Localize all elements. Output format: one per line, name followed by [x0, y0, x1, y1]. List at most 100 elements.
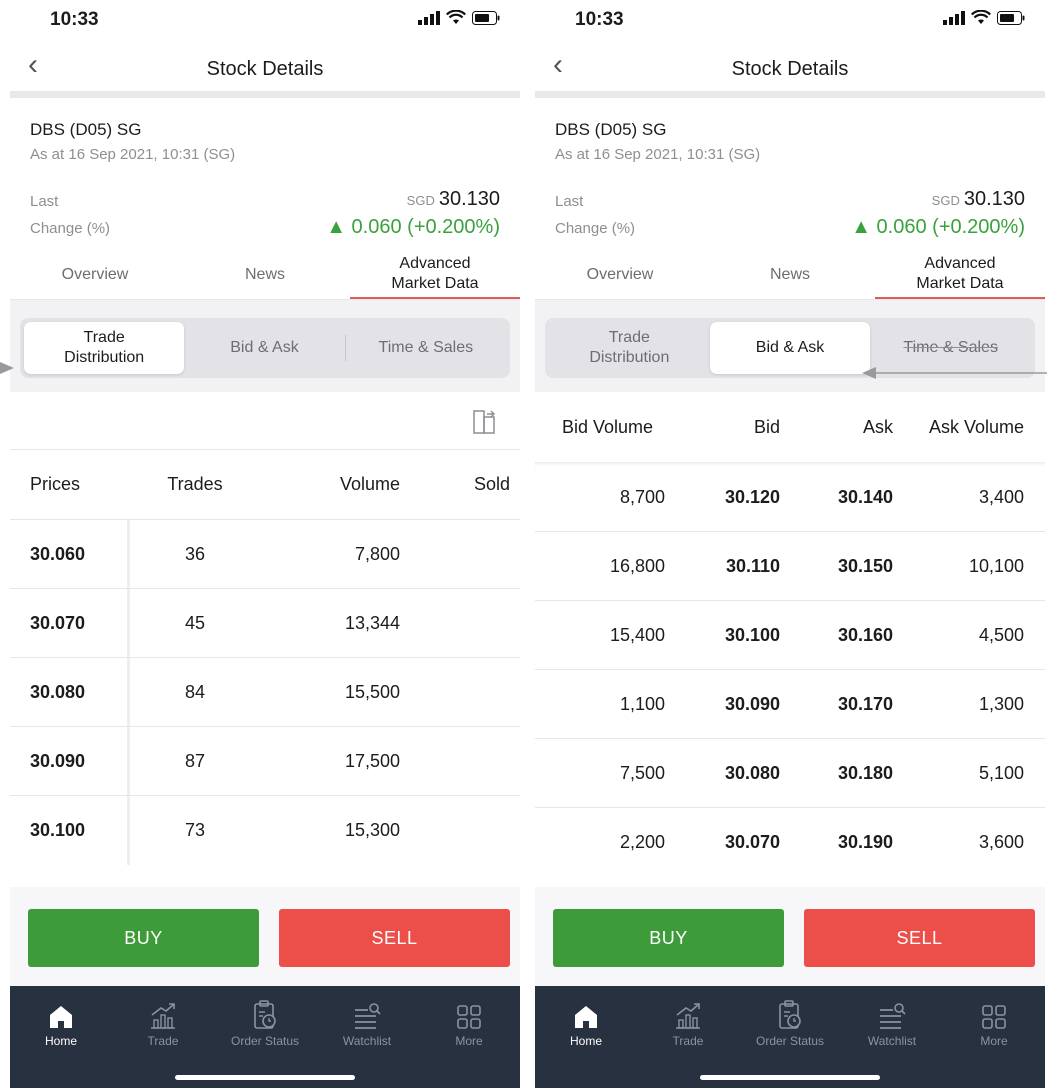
nav-order-status[interactable]: Order Status [214, 998, 316, 1048]
row-bid-volume: 8,700 [619, 486, 665, 507]
list-search-icon [355, 1003, 381, 1029]
stock-summary: DBS (D05) SG As at 16 Sep 2021, 10:31 (S… [10, 98, 520, 250]
row-price: 30.090 [10, 727, 130, 795]
battery-icon [472, 10, 500, 25]
row-bid-volume: 7,500 [619, 762, 665, 783]
segment-bid-ask[interactable]: Bid & Ask [709, 322, 871, 374]
row-ask-volume: 5,100 [978, 762, 1024, 783]
clipboard-clock-icon [254, 1000, 276, 1029]
change-value: ▲ 0.060 (+0.200%) [326, 216, 500, 238]
row-ask-volume: 3,400 [978, 486, 1024, 507]
row-bid: 30.080 [724, 762, 780, 783]
page-title: Stock Details [731, 58, 849, 80]
table-row: 2,200 30.070 30.190 3,600 [535, 808, 1045, 877]
trade-actions: BUY SELL [535, 887, 1045, 986]
row-bid-volume: 2,200 [619, 832, 665, 852]
row-volume: 13,344 [344, 612, 400, 633]
bid-ask-body: 8,700 30.120 30.140 3,400 16,800 30.110 … [535, 462, 1045, 877]
row-trades: 73 [184, 820, 206, 840]
row-price: 30.070 [10, 589, 130, 657]
segmented-control: Trade Distribution Bid & Ask Time & Sale… [20, 318, 510, 378]
status-time: 10:33 [575, 9, 624, 30]
trade-actions: BUY SELL [10, 887, 520, 986]
tab-advanced-market-data[interactable]: Advanced Market Data [350, 250, 520, 299]
nav-trade[interactable]: Trade [112, 998, 214, 1048]
row-ask: 30.170 [837, 693, 893, 714]
row-trades: 84 [184, 681, 206, 702]
nav-watchlist[interactable]: Watchlist [841, 998, 943, 1048]
row-price: 30.100 [10, 796, 130, 865]
row-volume: 15,300 [344, 820, 400, 840]
nav-home-label: Home [569, 1034, 602, 1048]
tab-advanced-label: Advanced Market Data [391, 254, 479, 292]
table-row: 30.060 36 7,800 [10, 520, 520, 589]
price-value: 30.130 [438, 188, 500, 210]
last-price: SGD 30.130 [407, 188, 500, 211]
row-bid-volume: 1,100 [619, 693, 665, 714]
tab-news[interactable]: News [705, 250, 875, 299]
bottom-tab-bar: Home Trade Order Status Watchlist More [10, 986, 520, 1088]
annotation-arrow-right [862, 367, 1047, 379]
home-indicator [700, 1075, 880, 1080]
sell-button[interactable]: SELL [804, 909, 1035, 967]
row-ask-volume: 10,100 [968, 555, 1024, 576]
nav-order-status-label: Order Status [755, 1034, 825, 1048]
segment-label: Trade Distribution [589, 329, 670, 366]
row-bid: 30.120 [724, 486, 780, 507]
sell-button[interactable]: SELL [279, 909, 510, 967]
tab-overview[interactable]: Overview [535, 250, 705, 299]
segment-bid-ask[interactable]: Bid & Ask [184, 322, 344, 374]
table-toolbar [10, 392, 520, 450]
row-trades: 45 [184, 612, 206, 633]
segment-time-sales[interactable]: Time & Sales [346, 322, 506, 374]
status-icons [943, 10, 1025, 25]
row-bid: 30.070 [724, 832, 780, 852]
tab-advanced-market-data[interactable]: Advanced Market Data [875, 250, 1045, 299]
buy-button[interactable]: BUY [553, 909, 784, 967]
row-ask: 30.140 [837, 486, 893, 507]
row-trades: 36 [184, 543, 206, 564]
row-bid-volume: 15,400 [609, 624, 665, 645]
nav-trade-label: Trade [147, 1034, 179, 1048]
nav-more[interactable]: More [943, 998, 1045, 1048]
swap-columns-icon[interactable] [470, 408, 500, 436]
segment-trade-distribution[interactable]: Trade Distribution [24, 322, 185, 374]
currency-label: SGD [406, 193, 435, 208]
table-row: 30.070 45 13,344 [10, 589, 520, 658]
table-row: 30.100 73 15,300 [10, 796, 520, 865]
col-ask: Ask [862, 416, 893, 437]
row-ask: 30.160 [837, 624, 893, 645]
nav-more[interactable]: More [418, 998, 520, 1048]
row-ask: 30.180 [837, 762, 893, 783]
price-value: 30.130 [963, 188, 1025, 210]
annotation-arrow-left [0, 362, 14, 374]
nav-bar: ‹ Stock Details [10, 40, 520, 98]
row-ask-volume: 4,500 [978, 624, 1024, 645]
nav-order-status[interactable]: Order Status [739, 998, 841, 1048]
battery-icon [997, 10, 1025, 25]
segment-trade-distribution[interactable]: Trade Distribution [549, 322, 710, 374]
last-price: SGD 30.130 [932, 188, 1025, 211]
home-indicator [175, 1075, 355, 1080]
row-bid: 30.100 [724, 624, 780, 645]
nav-home[interactable]: Home [10, 998, 112, 1048]
change-label: Change (%) [555, 220, 636, 237]
nav-more-label: More [980, 1034, 1008, 1048]
status-bar: 10:33 [535, 0, 1045, 40]
screen-trade-distribution: 10:33 ‹ Stock Details DBS (D05) SG As at… [10, 0, 520, 1088]
row-price: 30.060 [10, 520, 130, 588]
col-sold: Sold [473, 474, 510, 494]
tab-news[interactable]: News [180, 250, 350, 299]
nav-home[interactable]: Home [535, 998, 637, 1048]
nav-watchlist[interactable]: Watchlist [316, 998, 418, 1048]
nav-trade[interactable]: Trade [637, 998, 739, 1048]
screen-bid-ask: 10:33 ‹ Stock Details DBS (D05) SG As at… [535, 0, 1045, 1088]
nav-more-label: More [455, 1034, 483, 1048]
col-volume: Volume [339, 474, 400, 494]
tab-overview[interactable]: Overview [10, 250, 180, 299]
chart-up-icon [151, 1003, 175, 1029]
buy-button[interactable]: BUY [28, 909, 259, 967]
grid-icon [982, 1005, 1006, 1029]
stock-name: DBS (D05) SG [30, 120, 142, 139]
bid-ask-header: Bid Volume Bid Ask Ask Volume [535, 392, 1045, 462]
